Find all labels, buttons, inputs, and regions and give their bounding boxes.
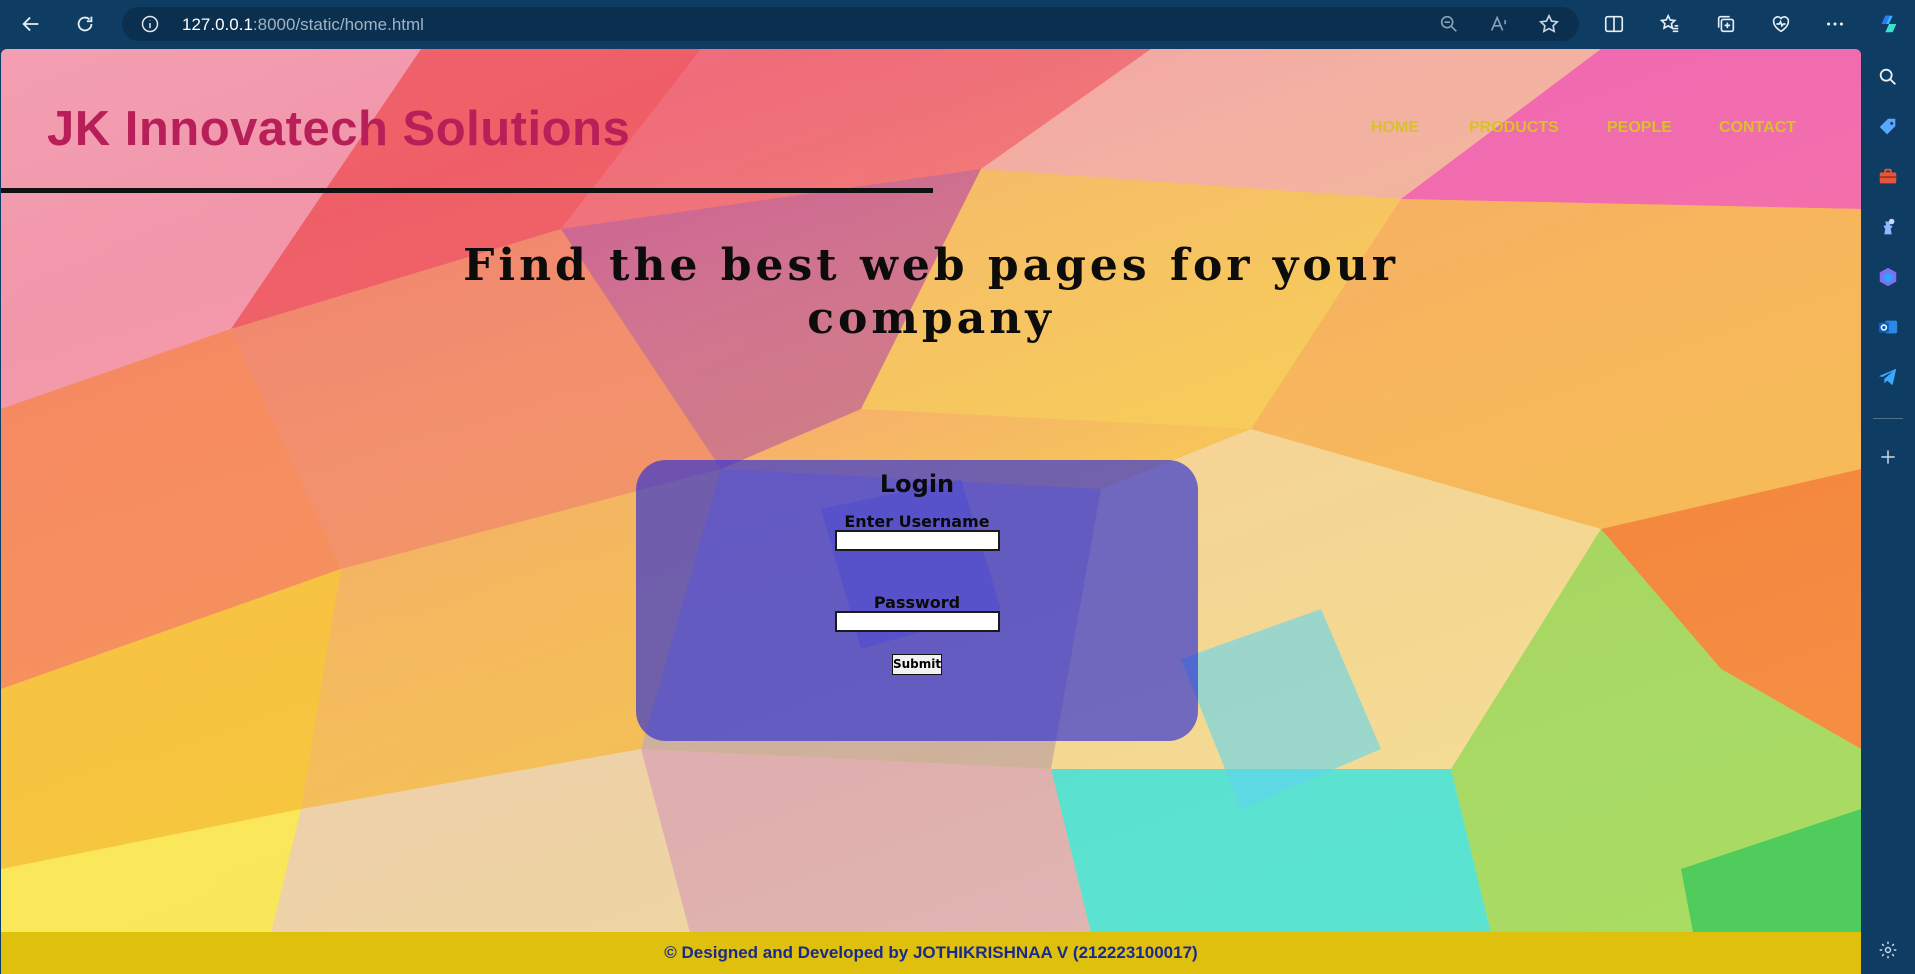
footer-credits: © Designed and Developed by JOTHIKRISHNA… [1,932,1861,974]
login-title: Login [879,470,955,498]
add-plus-icon[interactable] [1876,445,1900,469]
edge-sidebar [1861,49,1915,974]
url-text[interactable]: 127.0.0.1:8000/static/home.html [182,15,424,35]
search-icon[interactable] [1876,65,1900,89]
copilot-icon[interactable] [1872,8,1906,40]
microsoft-365-icon[interactable] [1876,265,1900,289]
nav-products[interactable]: PRODUCTS [1469,119,1559,137]
read-aloud-icon[interactable] [1488,13,1510,35]
page-viewport: JK Innovatech Solutions HOME PRODUCTS PE… [1,49,1861,974]
password-input[interactable] [835,611,1000,632]
nav-contact[interactable]: CONTACT [1719,119,1796,137]
brand-title: JK Innovatech Solutions [47,102,631,156]
username-label: Enter Username [844,512,990,531]
send-telegram-icon[interactable] [1876,365,1900,389]
header-divider [1,188,933,193]
more-options-icon[interactable] [1818,8,1852,40]
favorite-star-icon[interactable] [1538,13,1560,35]
sidebar-divider [1873,418,1903,419]
collections-icon[interactable] [1709,8,1743,40]
submit-button[interactable]: Submit [892,654,942,675]
address-bar[interactable]: 127.0.0.1:8000/static/home.html [122,7,1579,41]
username-input[interactable] [835,530,1000,551]
password-label: Password [873,593,961,612]
refresh-icon[interactable] [68,8,102,40]
zoom-out-icon[interactable] [1438,13,1460,35]
login-panel: Login Enter Username Password Submit [636,460,1198,741]
split-screen-icon[interactable] [1597,8,1631,40]
site-info-icon[interactable] [140,14,160,34]
browser-toolbar: 127.0.0.1:8000/static/home.html [0,0,1915,49]
nav-home[interactable]: HOME [1371,119,1419,137]
tools-briefcase-icon[interactable] [1876,165,1900,189]
outlook-icon[interactable] [1876,315,1900,339]
browser-essentials-icon[interactable] [1764,8,1798,40]
settings-gear-icon[interactable] [1876,938,1900,962]
favorites-icon[interactable] [1653,8,1687,40]
shopping-tag-icon[interactable] [1876,115,1900,139]
nav-people[interactable]: PEOPLE [1607,119,1672,137]
games-chess-icon[interactable] [1876,215,1900,239]
hero-headline: Find the best web pages for your company [463,240,1399,344]
back-arrow-icon[interactable] [14,8,48,40]
